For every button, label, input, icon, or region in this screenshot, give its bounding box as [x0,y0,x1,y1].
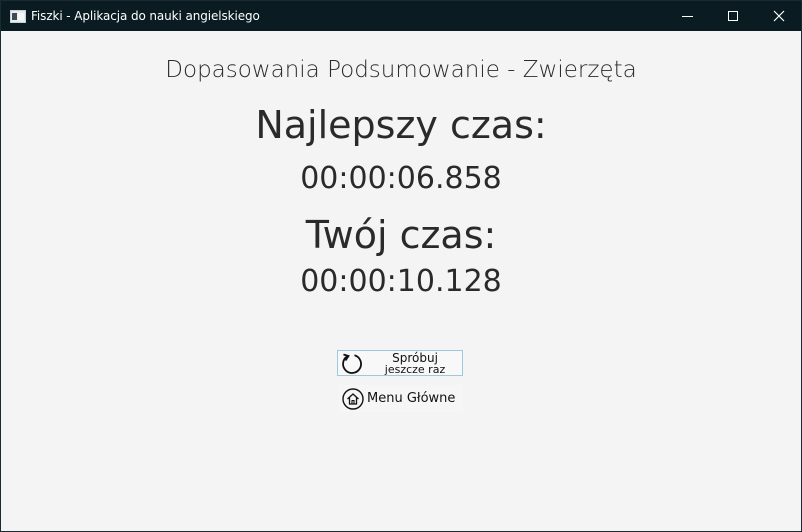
close-icon [773,10,785,22]
main-menu-label: Menu Główne [367,391,456,406]
close-button[interactable] [756,1,802,31]
home-icon [342,388,364,410]
app-window: Fiszki - Aplikacja do nauki angielskiego… [0,0,802,532]
maximize-button[interactable] [710,1,756,31]
title-bar[interactable]: Fiszki - Aplikacja do nauki angielskiego [1,1,801,31]
summary-panel: Dopasowania Podsumowanie - Zwierzęta Naj… [1,31,801,531]
try-again-label: Spróbuj jeszcze raz [372,352,458,375]
your-time-label: Twój czas: [305,213,497,257]
window-title: Fiszki - Aplikacja do nauki angielskiego [31,9,260,23]
try-again-button[interactable]: Spróbuj jeszcze raz [337,350,463,376]
try-again-line2: jeszcze raz [384,363,446,376]
minimize-button[interactable] [664,1,710,31]
main-menu-button[interactable]: Menu Główne [339,385,463,412]
your-time-value: 00:00:10.128 [300,264,502,299]
best-time-label: Najlepszy czas: [255,103,547,147]
refresh-icon [342,353,362,374]
best-time-value: 00:00:06.858 [300,161,502,196]
app-icon [10,10,26,23]
page-title: Dopasowania Podsumowanie - Zwierzęta [165,57,637,83]
